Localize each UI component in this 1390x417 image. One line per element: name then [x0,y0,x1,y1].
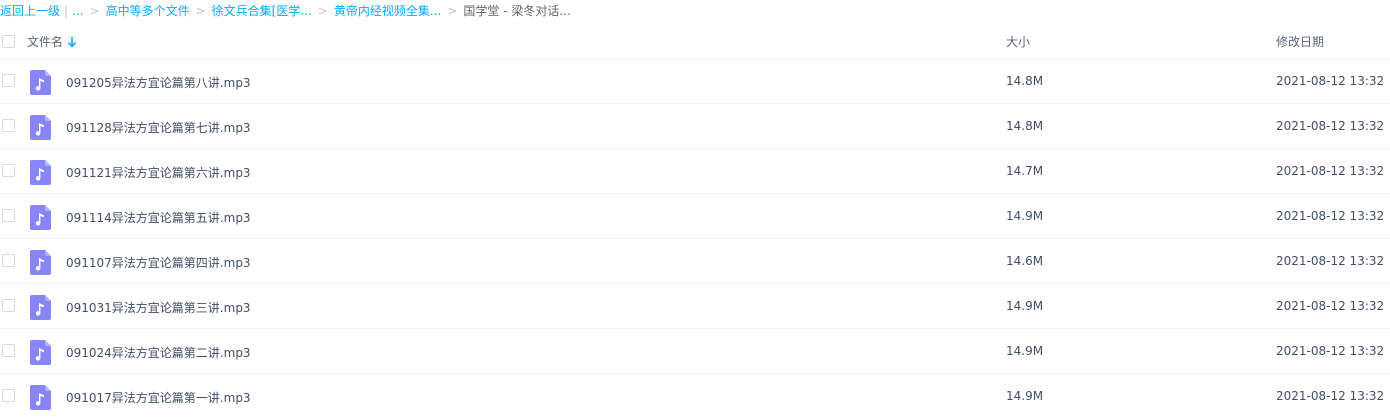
music-file-icon [30,160,51,185]
file-size: 14.9M [1006,299,1044,313]
music-file-icon [30,70,51,95]
column-header-name[interactable]: 文件名 [27,33,77,50]
music-file-icon [30,250,51,275]
file-row[interactable]: 091017异法方宜论篇第一讲.mp3 14.9M 2021-08-12 13:… [0,374,1390,417]
file-size: 14.6M [1006,254,1044,268]
file-date: 2021-08-12 13:32 [1276,254,1385,268]
file-row[interactable]: 091114异法方宜论篇第五讲.mp3 14.9M 2021-08-12 13:… [0,194,1390,239]
music-file-icon [30,340,51,365]
file-row[interactable]: 091031异法方宜论篇第三讲.mp3 14.9M 2021-08-12 13:… [0,284,1390,329]
file-date: 2021-08-12 13:32 [1276,389,1385,403]
row-checkbox[interactable] [2,74,15,87]
breadcrumb-divider: | [64,4,69,18]
breadcrumb-item-1[interactable]: 徐文兵合集[医学... [212,1,312,21]
file-size: 14.9M [1006,389,1044,403]
list-header: 文件名 大小 修改日期 [0,22,1390,60]
file-date: 2021-08-12 13:32 [1276,299,1385,313]
breadcrumb-separator: > [317,4,328,18]
music-file-icon [30,205,51,230]
file-row[interactable]: 091024异法方宜论篇第二讲.mp3 14.9M 2021-08-12 13:… [0,329,1390,374]
file-name[interactable]: 091024异法方宜论篇第二讲.mp3 [66,344,251,361]
file-row[interactable]: 091107异法方宜论篇第四讲.mp3 14.6M 2021-08-12 13:… [0,239,1390,284]
file-name[interactable]: 091128异法方宜论篇第七讲.mp3 [66,119,251,136]
select-all-checkbox[interactable] [2,35,15,48]
file-size: 14.9M [1006,344,1044,358]
file-row[interactable]: 091128异法方宜论篇第七讲.mp3 14.8M 2021-08-12 13:… [0,104,1390,149]
file-name[interactable]: 091121异法方宜论篇第六讲.mp3 [66,164,251,181]
file-date: 2021-08-12 13:32 [1276,164,1385,178]
column-header-size[interactable]: 大小 [1006,33,1030,50]
row-checkbox[interactable] [2,164,15,177]
row-checkbox[interactable] [2,209,15,222]
file-name[interactable]: 091205异法方宜论篇第八讲.mp3 [66,74,251,91]
file-name[interactable]: 091017异法方宜论篇第一讲.mp3 [66,389,251,406]
file-date: 2021-08-12 13:32 [1276,74,1385,88]
music-file-icon [30,115,51,140]
row-checkbox[interactable] [2,119,15,132]
arrow-down-icon[interactable] [67,36,77,48]
file-name[interactable]: 091031异法方宜论篇第三讲.mp3 [66,299,251,316]
file-size: 14.7M [1006,164,1044,178]
back-link[interactable]: 返回上一级 [0,1,60,21]
file-size: 14.9M [1006,209,1044,223]
file-date: 2021-08-12 13:32 [1276,209,1385,223]
row-checkbox[interactable] [2,254,15,267]
file-size: 14.8M [1006,74,1044,88]
row-checkbox[interactable] [2,344,15,357]
file-size: 14.8M [1006,119,1044,133]
music-file-icon [30,295,51,320]
breadcrumb-separator: > [447,4,458,18]
file-date: 2021-08-12 13:32 [1276,119,1385,133]
file-row[interactable]: 091121异法方宜论篇第六讲.mp3 14.7M 2021-08-12 13:… [0,149,1390,194]
file-name[interactable]: 091114异法方宜论篇第五讲.mp3 [66,209,251,226]
breadcrumb-separator: > [89,4,100,18]
file-row[interactable]: 091205异法方宜论篇第八讲.mp3 14.8M 2021-08-12 13:… [0,59,1390,104]
breadcrumb-item-2[interactable]: 黄帝内经视频全集... [334,1,441,21]
breadcrumb-separator: > [195,4,206,18]
file-name[interactable]: 091107异法方宜论篇第四讲.mp3 [66,254,251,271]
column-header-date[interactable]: 修改日期 [1276,33,1324,50]
breadcrumb: 返回上一级 | ... > 高中等多个文件 > 徐文兵合集[医学... > 黄帝… [0,0,571,22]
file-browser-page: 返回上一级 | ... > 高中等多个文件 > 徐文兵合集[医学... > 黄帝… [0,0,1390,417]
row-checkbox[interactable] [2,299,15,312]
music-file-icon [30,385,51,410]
breadcrumb-ellipsis[interactable]: ... [72,1,83,21]
row-checkbox[interactable] [2,389,15,402]
breadcrumb-item-0[interactable]: 高中等多个文件 [106,1,190,21]
file-list: 091205异法方宜论篇第八讲.mp3 14.8M 2021-08-12 13:… [0,59,1390,417]
file-date: 2021-08-12 13:32 [1276,344,1385,358]
breadcrumb-current: 国学堂 - 梁冬对话... [463,4,571,18]
column-header-name-label: 文件名 [27,35,64,49]
